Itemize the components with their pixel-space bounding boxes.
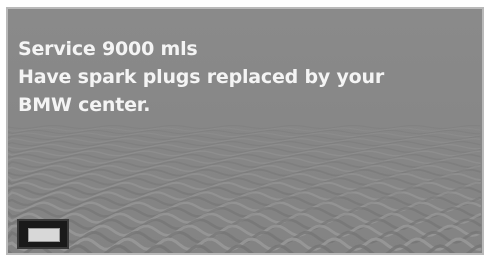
wave-line — [8, 157, 481, 164]
service-message-line-3: BMW center. — [18, 94, 151, 116]
service-message-line-1: Service 9000 mls — [18, 38, 198, 60]
wave-line — [8, 244, 482, 253]
service-message-line-2: Have spark plugs replaced by your — [18, 66, 385, 88]
confirm-button-label — [28, 228, 60, 242]
wave-line — [8, 160, 481, 169]
service-message: Service 9000 mls Have spark plugs replac… — [18, 35, 384, 119]
confirm-button[interactable] — [17, 219, 69, 249]
service-display-screen: Service 9000 mls Have spark plugs replac… — [6, 7, 484, 255]
wave-line — [8, 140, 481, 147]
wave-line — [8, 212, 482, 224]
wave-line — [8, 224, 482, 237]
